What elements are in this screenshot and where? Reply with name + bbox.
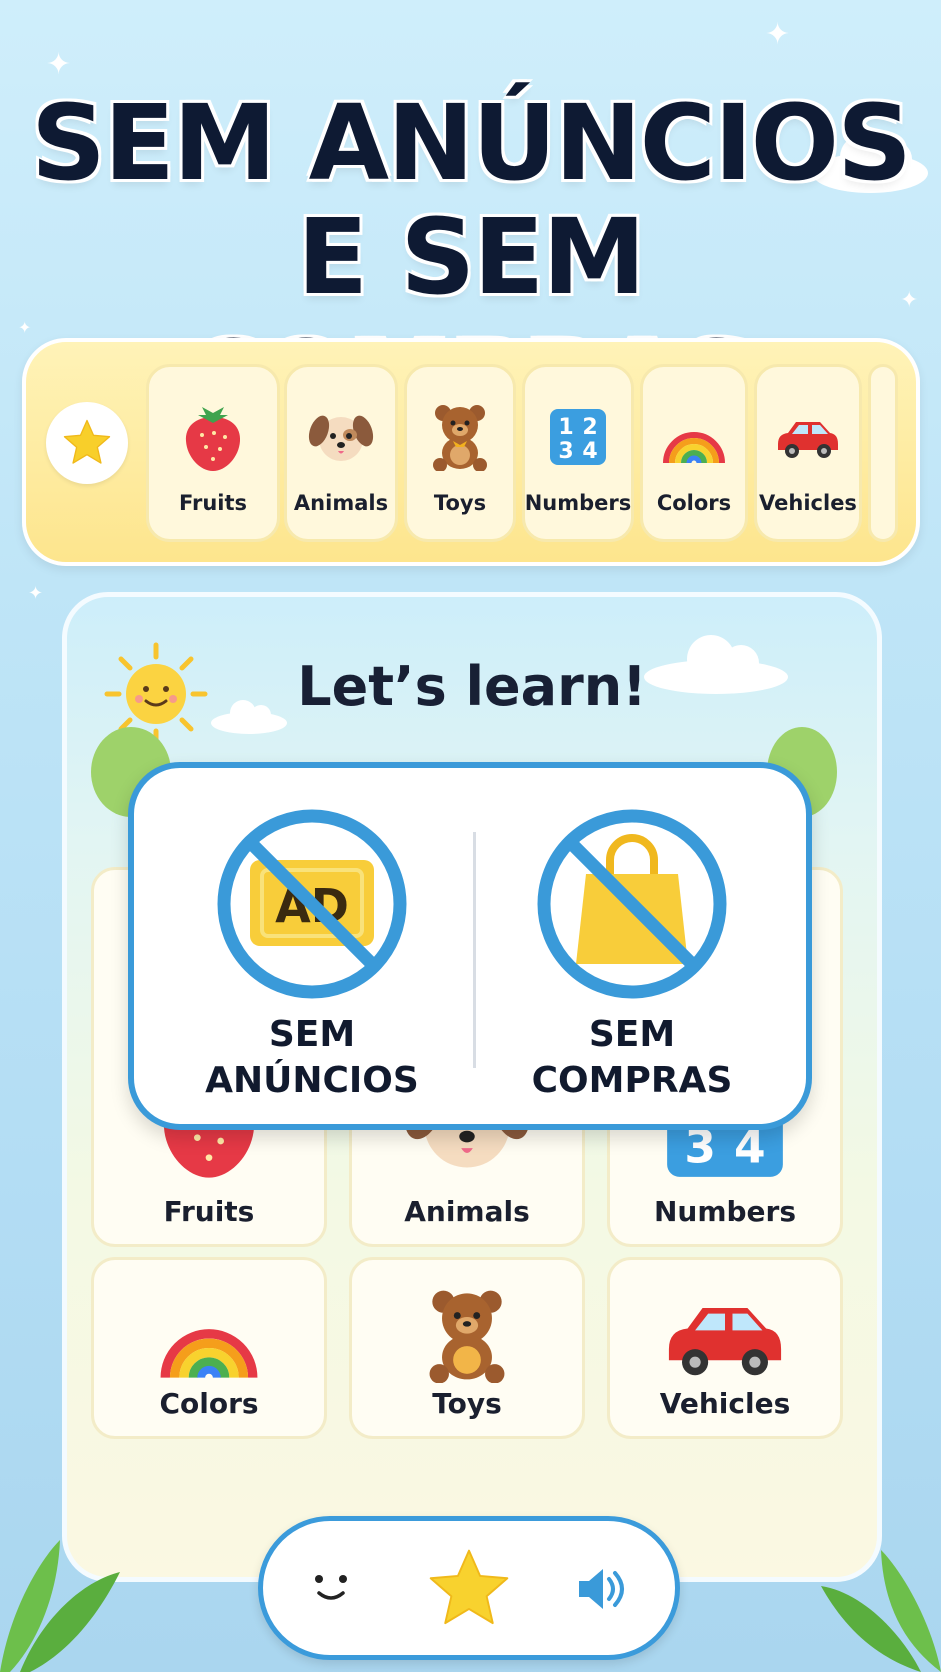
numbers-icon: 1 2 3 4 xyxy=(550,409,606,465)
smiley-icon[interactable] xyxy=(303,1563,359,1613)
speaker-icon[interactable] xyxy=(575,1565,631,1613)
leaves-decoration xyxy=(0,1540,120,1672)
badge-right-line-2: COMPRAS xyxy=(531,1060,733,1101)
digit: 2 xyxy=(582,415,597,440)
badge-right-line-1: SEM xyxy=(588,1014,676,1055)
star-icon[interactable] xyxy=(423,1543,515,1635)
page-title: Let’s learn! xyxy=(297,655,647,718)
category-label: Vehicles xyxy=(759,491,857,515)
grid-tile-toys[interactable]: Toys xyxy=(349,1257,585,1439)
category-label: Fruits xyxy=(178,491,248,515)
puppy-icon xyxy=(308,415,374,461)
grid-tile-label: Fruits xyxy=(163,1195,255,1228)
badge-left-line-1: SEM xyxy=(268,1014,356,1055)
leaves-decoration xyxy=(821,1550,941,1672)
bottom-nav-bar xyxy=(258,1516,680,1660)
rainbow-icon xyxy=(160,1329,258,1379)
rainbow-icon xyxy=(663,432,725,464)
grid-tile-label: Colors xyxy=(159,1387,259,1420)
car-icon xyxy=(668,1307,782,1376)
grid-tile-label: Animals xyxy=(404,1195,530,1228)
sparkle-icon: ✦ xyxy=(46,47,72,82)
category-numbers[interactable]: 1 2 3 4 Numbers xyxy=(522,364,634,542)
category-colors[interactable]: Colors xyxy=(640,364,748,542)
category-partial xyxy=(868,364,898,542)
no-purchases-icon xyxy=(537,809,727,999)
category-label: Toys xyxy=(433,491,487,515)
favorites-button[interactable] xyxy=(46,402,128,484)
category-label: Colors xyxy=(656,491,732,515)
grid-tile-vehicles[interactable]: Vehicles xyxy=(607,1257,843,1439)
teddy-bear-icon xyxy=(429,1290,505,1383)
digit: 1 xyxy=(558,415,573,440)
category-label: Numbers xyxy=(524,491,632,515)
strawberry-icon xyxy=(185,407,241,471)
teddy-bear-icon xyxy=(433,405,487,471)
badge-left-label: SEM ANÚNCIOS xyxy=(162,1012,462,1104)
sparkle-icon: ✦ xyxy=(765,17,791,52)
digit: 4 xyxy=(582,439,597,464)
car-icon xyxy=(778,422,838,458)
no-ads-no-purchases-badge: AD SEM ANÚNCIOS SEM COMPRAS xyxy=(128,762,812,1130)
category-animals[interactable]: Animals xyxy=(284,364,398,542)
category-vehicles[interactable]: Vehicles xyxy=(754,364,862,542)
grid-tile-colors[interactable]: Colors xyxy=(91,1257,327,1439)
category-fruits[interactable]: Fruits xyxy=(146,364,280,542)
grid-tile-label: Toys xyxy=(432,1387,502,1420)
digit: 3 xyxy=(558,439,573,464)
no-ads-icon: AD xyxy=(217,809,407,999)
badge-right-label: SEM COMPRAS xyxy=(482,1012,782,1104)
badge-left-line-2: ANÚNCIOS xyxy=(205,1060,419,1101)
star-icon xyxy=(63,419,111,464)
category-strip: Fruits Animals Toys 1 2 3 4 Numbers Colo… xyxy=(22,338,920,566)
grid-tile-label: Vehicles xyxy=(659,1387,791,1420)
sparkle-icon: ✦ xyxy=(28,583,44,604)
headline-line-1: SEM ANÚNCIOS xyxy=(31,82,912,204)
category-toys[interactable]: Toys xyxy=(404,364,516,542)
grid-tile-label: Numbers xyxy=(653,1195,797,1228)
badge-divider xyxy=(473,832,476,1068)
category-label: Animals xyxy=(293,491,389,515)
